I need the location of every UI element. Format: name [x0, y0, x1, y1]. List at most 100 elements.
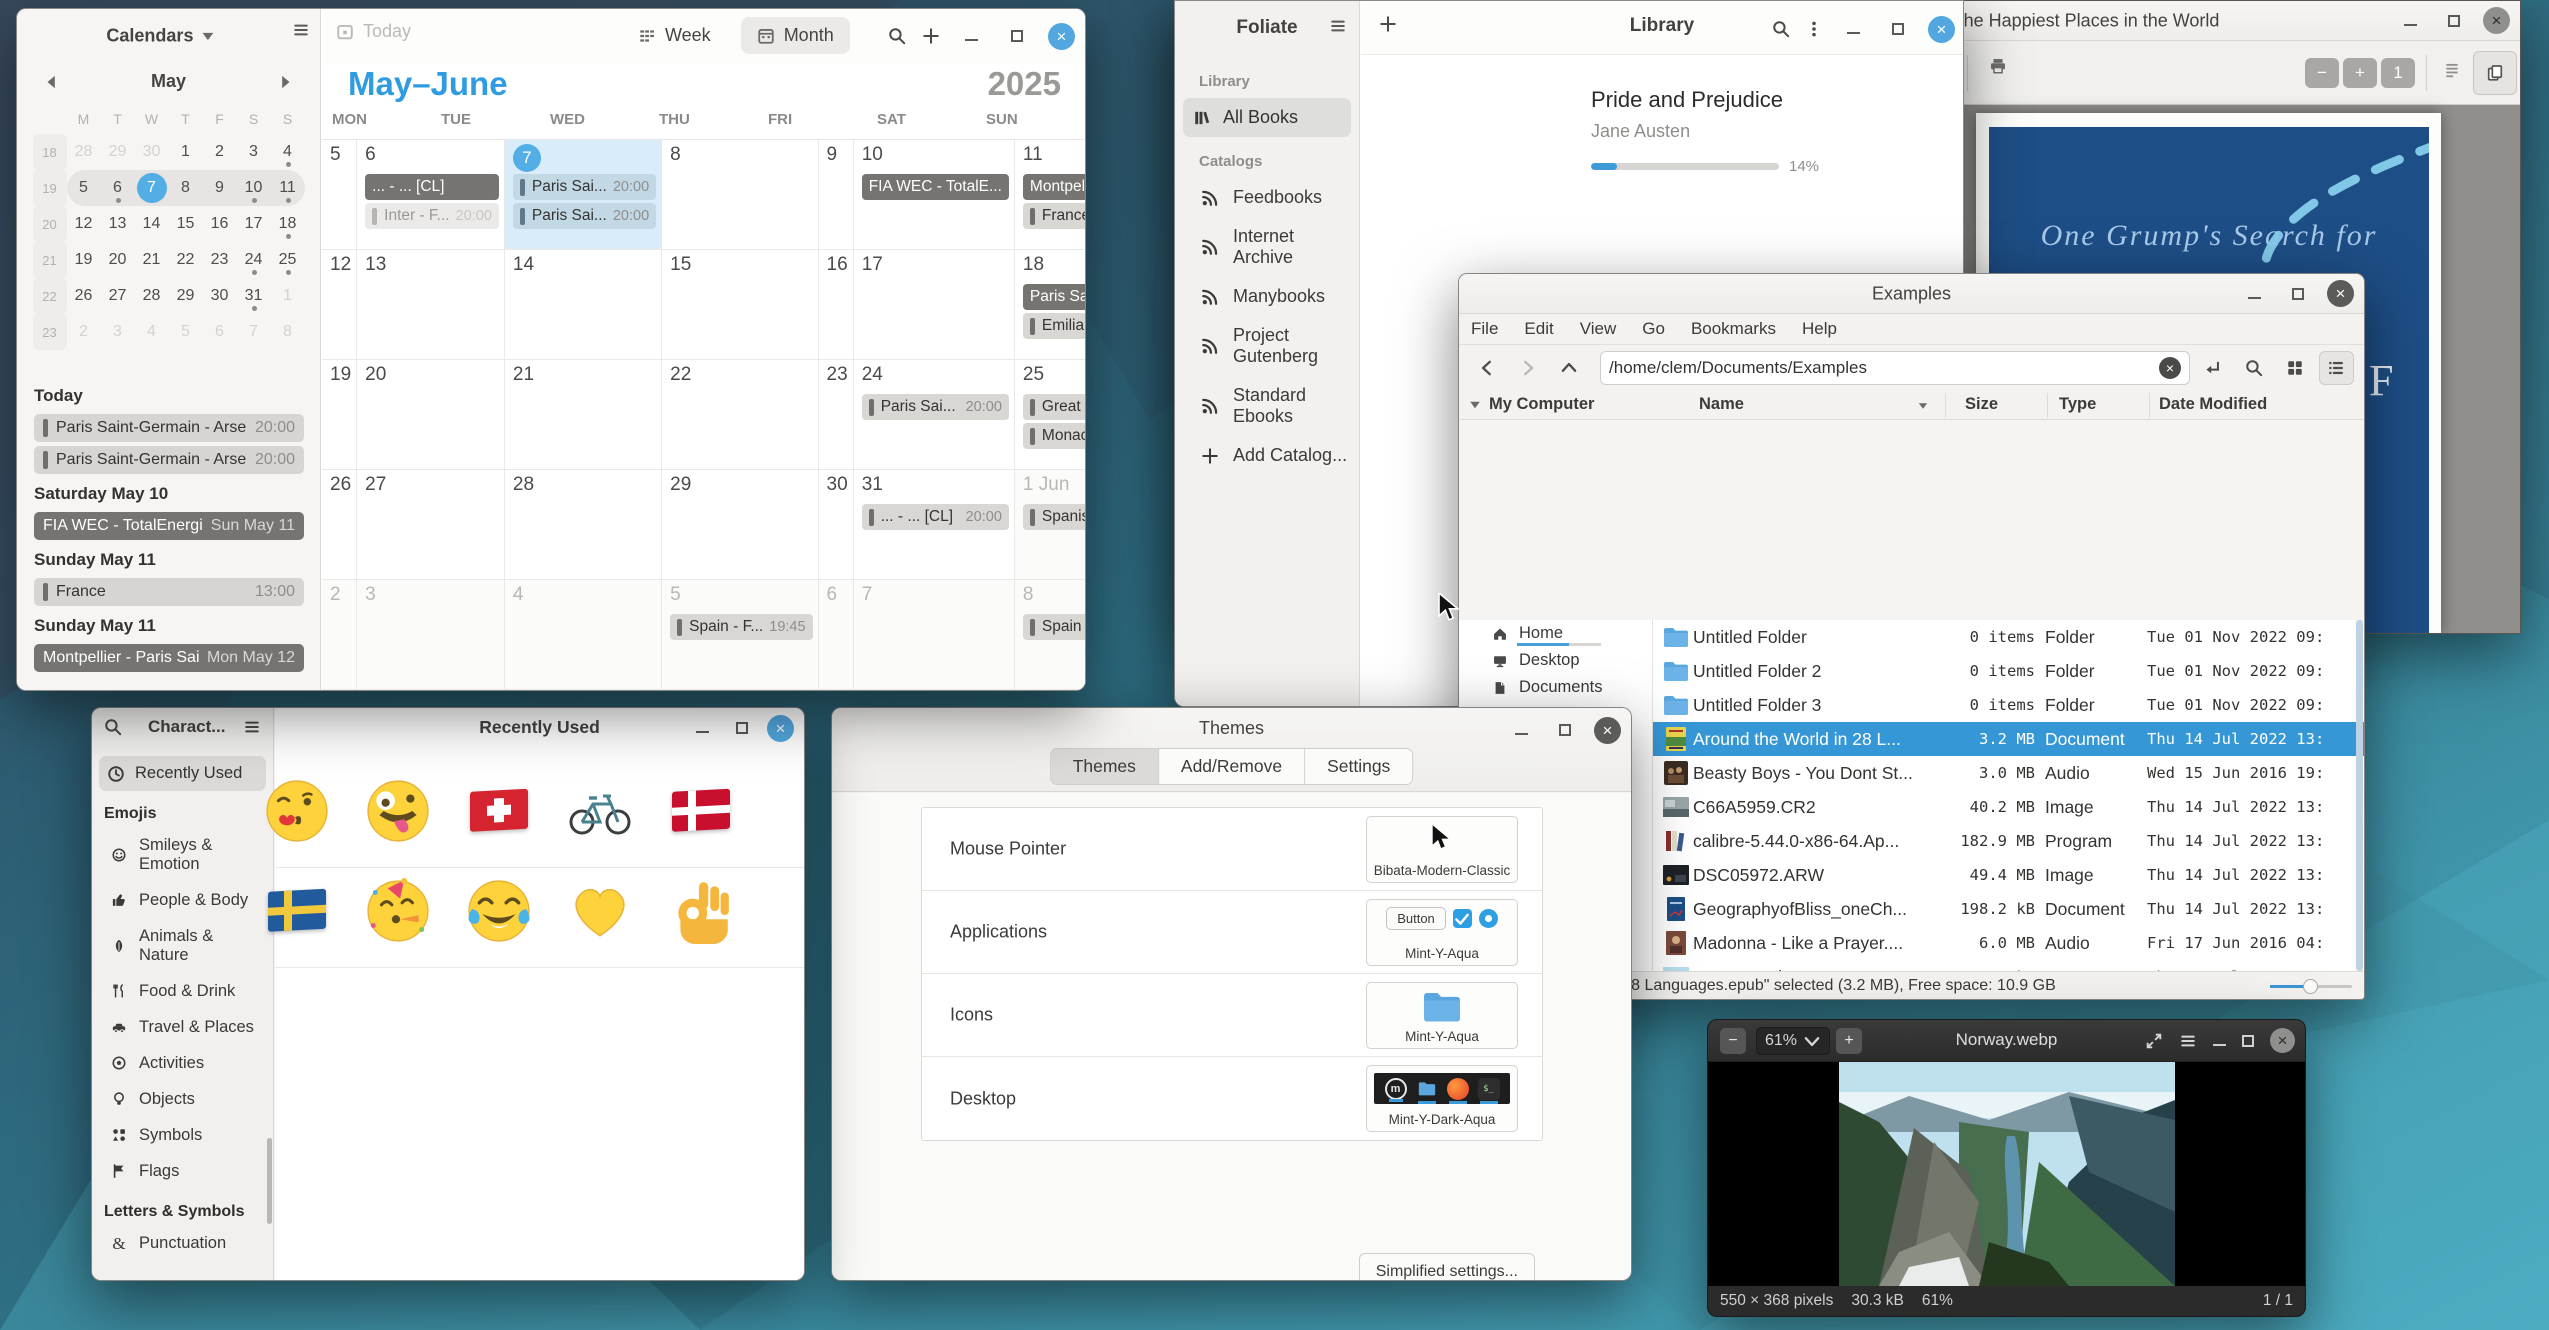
menu-icon[interactable] — [2179, 1032, 2197, 1050]
sidebar-item-objects[interactable]: Objects — [92, 1081, 273, 1117]
agenda-event[interactable]: Paris Saint-Germain - Arsenal [CL]20:00 — [34, 446, 304, 474]
month-day-cell[interactable]: 11Montpellier - Pa...France13:00 — [1015, 140, 1086, 250]
sidebar-item-food-drink[interactable]: Food & Drink — [92, 973, 273, 1009]
emoji-face-with-tears-of-joy[interactable] — [463, 875, 535, 947]
simplified-settings-button[interactable]: Simplified settings... — [1359, 1253, 1535, 1281]
month-day-cell[interactable]: 8 — [662, 140, 818, 250]
viewer-maximize-button[interactable] — [2242, 1035, 2254, 1047]
calendar-minimize-button[interactable] — [956, 21, 986, 51]
mini-day[interactable]: 11 — [271, 170, 305, 206]
month-day-cell[interactable]: 8Spain13:00 — [1015, 580, 1086, 690]
month-day-cell[interactable]: 5 — [322, 140, 357, 250]
mini-day[interactable]: 8 — [169, 170, 203, 206]
mini-day[interactable]: 13 — [101, 206, 135, 242]
foliate-maximize-button[interactable] — [1883, 14, 1913, 44]
add-catalog-button[interactable]: Add Catalog... — [1175, 436, 1359, 475]
agenda-event[interactable]: Montpellier - Paris Saint-GermainMon May… — [34, 644, 304, 672]
tab-add-remove[interactable]: Add/Remove — [1159, 749, 1305, 784]
menu-view[interactable]: View — [1580, 319, 1617, 339]
mini-day[interactable]: 18 — [271, 206, 305, 242]
xreader-zoom-in-button[interactable]: + — [2343, 58, 2377, 88]
month-day-cell[interactable]: 24Paris Sai...20:00 — [854, 360, 1015, 470]
forward-button[interactable] — [1510, 351, 1545, 385]
mini-day[interactable]: 29 — [169, 278, 203, 314]
print-icon[interactable] — [1989, 57, 2007, 75]
month-day-cell[interactable]: 7 — [854, 580, 1015, 690]
month-day-cell[interactable]: 16 — [819, 250, 854, 360]
theme-mouse-pointer-selector[interactable]: Bibata-Modern-Classic — [1366, 816, 1518, 883]
sidebar-item-smileys-emotion[interactable]: Smileys & Emotion — [92, 827, 273, 882]
mini-day[interactable]: 28 — [135, 278, 169, 314]
tab-settings[interactable]: Settings — [1305, 749, 1412, 784]
column-type[interactable]: Type — [2059, 395, 2096, 414]
image-viewer-titlebar[interactable]: − 61% + Norway.webp × — [1708, 1020, 2305, 1062]
calendar-event[interactable]: Paris Sai...20:00 — [513, 203, 656, 229]
sidebar-item-documents[interactable]: Documents — [1459, 674, 1652, 701]
month-day-cell[interactable]: 31... - ... [CL]20:00 — [854, 470, 1015, 580]
file-row[interactable]: Madonna - Like a Prayer....6.0 MBAudioFr… — [1653, 926, 2364, 960]
mini-day[interactable]: 22 — [169, 242, 203, 278]
month-day-cell[interactable]: 29 — [662, 470, 818, 580]
calendar-maximize-button[interactable] — [1002, 21, 1032, 51]
file-row[interactable]: DSC05972.ARW49.4 MBImageThu 14 Jul 2022 … — [1653, 858, 2364, 892]
mini-day[interactable]: 28 — [67, 134, 101, 170]
themes-close-button[interactable]: × — [1594, 717, 1621, 744]
menu-go[interactable]: Go — [1642, 319, 1665, 339]
column-date-modified[interactable]: Date Modified — [2159, 395, 2267, 414]
sidebar-item-home[interactable]: Home — [1459, 620, 1652, 647]
calendar-event[interactable]: France13:00 — [1023, 203, 1086, 229]
month-day-cell[interactable]: 1 JunSpanish GP14:00 — [1015, 470, 1086, 580]
month-day-cell[interactable]: 4 — [505, 580, 662, 690]
sidebar-item-desktop[interactable]: Desktop — [1459, 647, 1652, 674]
xreader-minimize-button[interactable] — [2395, 6, 2425, 36]
mini-day[interactable]: 1 — [169, 134, 203, 170]
continuous-view-icon[interactable] — [2443, 61, 2461, 79]
mini-day[interactable]: 31 — [237, 278, 271, 314]
next-month-icon[interactable] — [276, 73, 294, 91]
month-day-cell[interactable]: 18Paris Saint-Germ...Emilia R...14:00 — [1015, 250, 1086, 360]
theme-desktop-selector[interactable]: m$_Mint-Y-Dark-Aqua — [1366, 1065, 1518, 1132]
menu-file[interactable]: File — [1471, 319, 1498, 339]
calendar-event[interactable]: Paris Saint-Germ... — [1023, 284, 1086, 310]
mini-day[interactable]: 14 — [135, 206, 169, 242]
catalog-item[interactable]: Internet Archive — [1175, 217, 1359, 277]
sidebar-item-recently-used[interactable]: Recently Used — [99, 756, 266, 791]
agenda-event[interactable]: France13:00 — [34, 578, 304, 606]
mini-day[interactable]: 23 — [203, 242, 237, 278]
month-day-cell[interactable]: 13 — [357, 250, 505, 360]
sidebar-item-flags[interactable]: Flags — [92, 1153, 273, 1189]
mini-day[interactable]: 17 — [237, 206, 271, 242]
mini-day[interactable]: 6 — [203, 314, 237, 350]
month-day-cell[interactable]: 10FIA WEC - TotalE... — [854, 140, 1015, 250]
more-options-icon[interactable] — [1805, 20, 1823, 38]
search-icon[interactable] — [104, 718, 122, 736]
emoji-bicycle[interactable] — [564, 775, 636, 847]
mini-day[interactable]: 5 — [67, 170, 101, 206]
characters-minimize-button[interactable] — [687, 713, 717, 743]
file-row[interactable]: calibre-5.44.0-x86-64.Ap...182.9 MBProgr… — [1653, 824, 2364, 858]
calendar-event[interactable]: Spain - F...19:45 — [670, 614, 812, 640]
column-size[interactable]: Size — [1965, 395, 1998, 414]
mini-day[interactable]: 24 — [237, 242, 271, 278]
emoji-yellow-heart[interactable] — [564, 875, 636, 947]
icon-view-icon[interactable] — [2278, 351, 2313, 385]
calendars-dropdown[interactable]: Calendars — [106, 26, 213, 47]
viewer-zoom-in-button[interactable]: + — [1836, 1028, 1862, 1054]
menu-edit[interactable]: Edit — [1524, 319, 1553, 339]
file-row[interactable]: Around the World in 28 L...3.2 MBDocumen… — [1653, 722, 2364, 756]
file-list-scrollbar[interactable] — [2356, 620, 2363, 971]
sidebar-item-punctuation[interactable]: &Punctuation — [92, 1225, 273, 1262]
new-event-icon[interactable] — [922, 27, 940, 45]
emoji-zany-face[interactable] — [362, 775, 434, 847]
xreader-maximize-button[interactable] — [2439, 6, 2469, 36]
mini-day[interactable]: 6 — [101, 170, 135, 206]
file-row[interactable]: Untitled Folder0 itemsFolderTue 01 Nov 2… — [1653, 620, 2364, 654]
emoji-flag-denmark[interactable] — [665, 775, 737, 847]
catalog-item[interactable]: Feedbooks — [1175, 178, 1359, 217]
menu-bookmarks[interactable]: Bookmarks — [1691, 319, 1776, 339]
file-row[interactable]: GeographyofBliss_oneCh...198.2 kBDocumen… — [1653, 892, 2364, 926]
mini-day[interactable]: 15 — [169, 206, 203, 242]
add-book-icon[interactable] — [1379, 15, 1397, 33]
calendar-event[interactable]: Monaco ...14:00 — [1023, 423, 1086, 449]
month-day-cell[interactable]: 27 — [357, 470, 505, 580]
